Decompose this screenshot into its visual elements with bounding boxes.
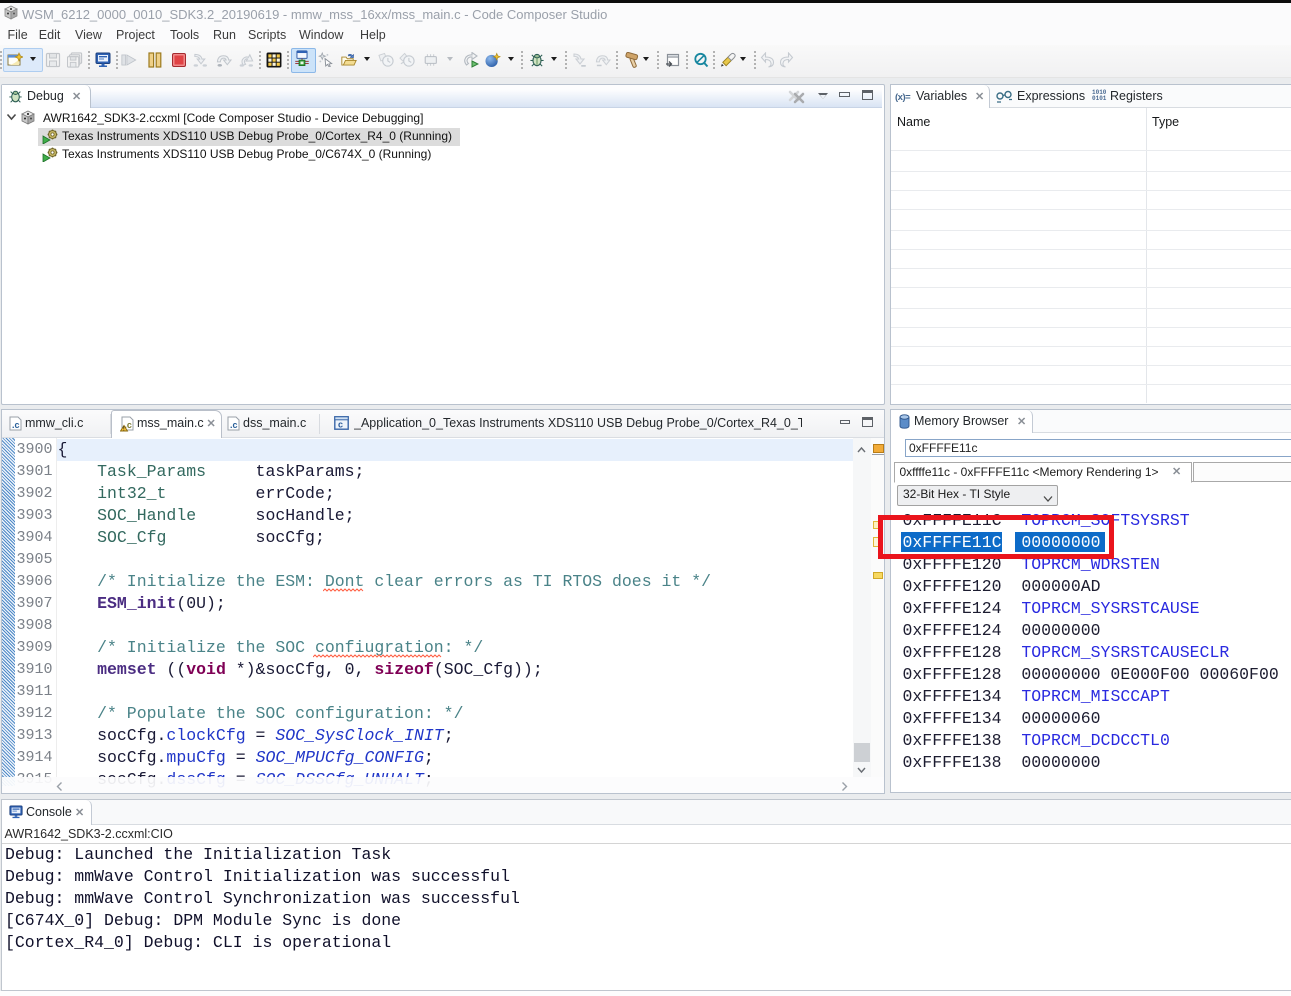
svg-text:.c: .c bbox=[230, 420, 238, 430]
svg-text:c: c bbox=[338, 420, 343, 430]
svg-text:.c: .c bbox=[12, 420, 20, 430]
